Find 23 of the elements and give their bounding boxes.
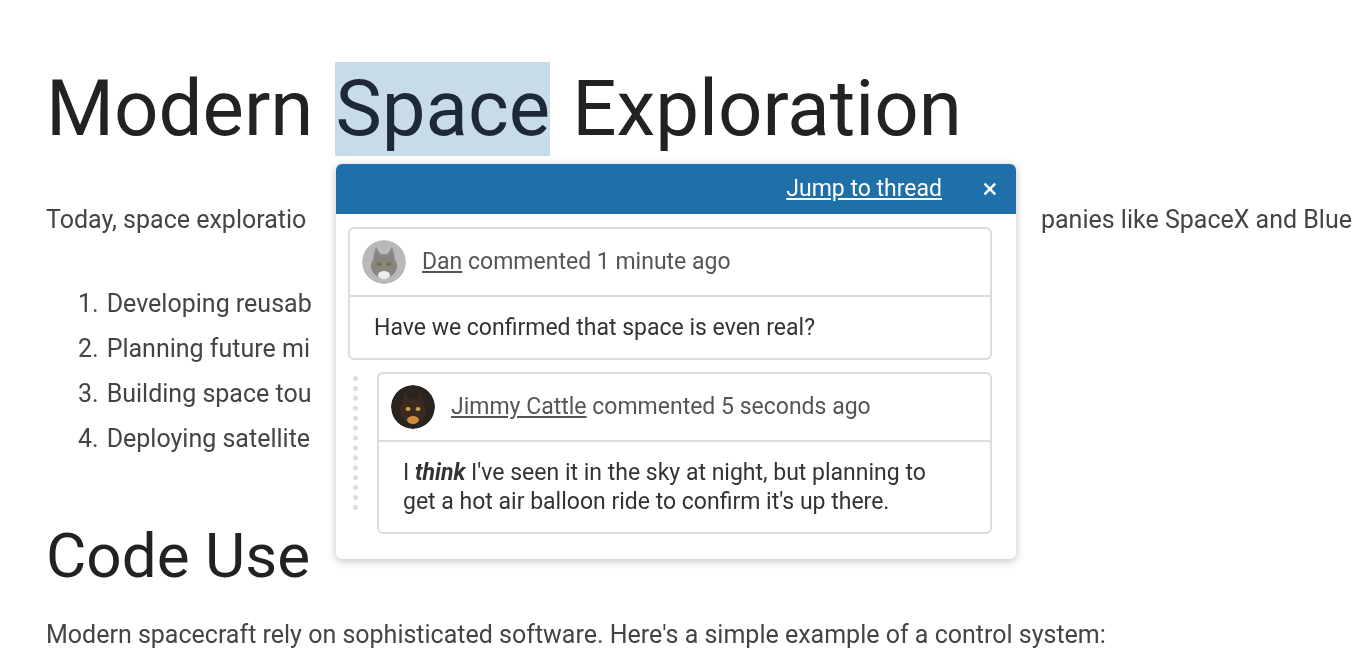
list-item-text: Building space tou: [106, 378, 312, 409]
list-item-text: Planning future mi: [106, 333, 310, 364]
title-word: Modern: [46, 62, 314, 156]
paragraph-text: Today, space exploratio: [46, 204, 307, 236]
title-word: Space: [335, 62, 551, 156]
close-button[interactable]: ×: [978, 175, 1002, 203]
list-item-text: Developing reusab: [106, 288, 312, 319]
comment-meta: commented 1 minute ago: [468, 247, 731, 275]
list-number: 4.: [78, 423, 99, 454]
comment-meta: commented 5 seconds ago: [592, 392, 871, 420]
list-number: 3.: [78, 378, 99, 409]
title-word: Exploration: [572, 62, 962, 156]
author-link[interactable]: Jimmy Cattle: [451, 392, 587, 420]
jump-to-thread-link[interactable]: Jump to thread: [786, 171, 942, 207]
list-item-text: Deploying satellite: [106, 423, 311, 454]
comment-text: I think I've seen it in the sky at night, but planning to get a hot air balloon ride to confirm it's up there.: [402, 458, 927, 517]
list-number: 2.: [78, 333, 99, 364]
list-number: 1.: [78, 288, 99, 319]
section-heading: Code Use: [46, 519, 311, 592]
paragraph-text: panies like SpaceX and Blue: [1040, 204, 1352, 236]
author-link[interactable]: Dan: [422, 247, 463, 275]
comment-text: Have we confirmed that space is even real?: [373, 313, 816, 343]
paragraph-text: Modern spacecraft rely on sophisticated software. Here's a simple example of a control system:: [46, 618, 1107, 651]
